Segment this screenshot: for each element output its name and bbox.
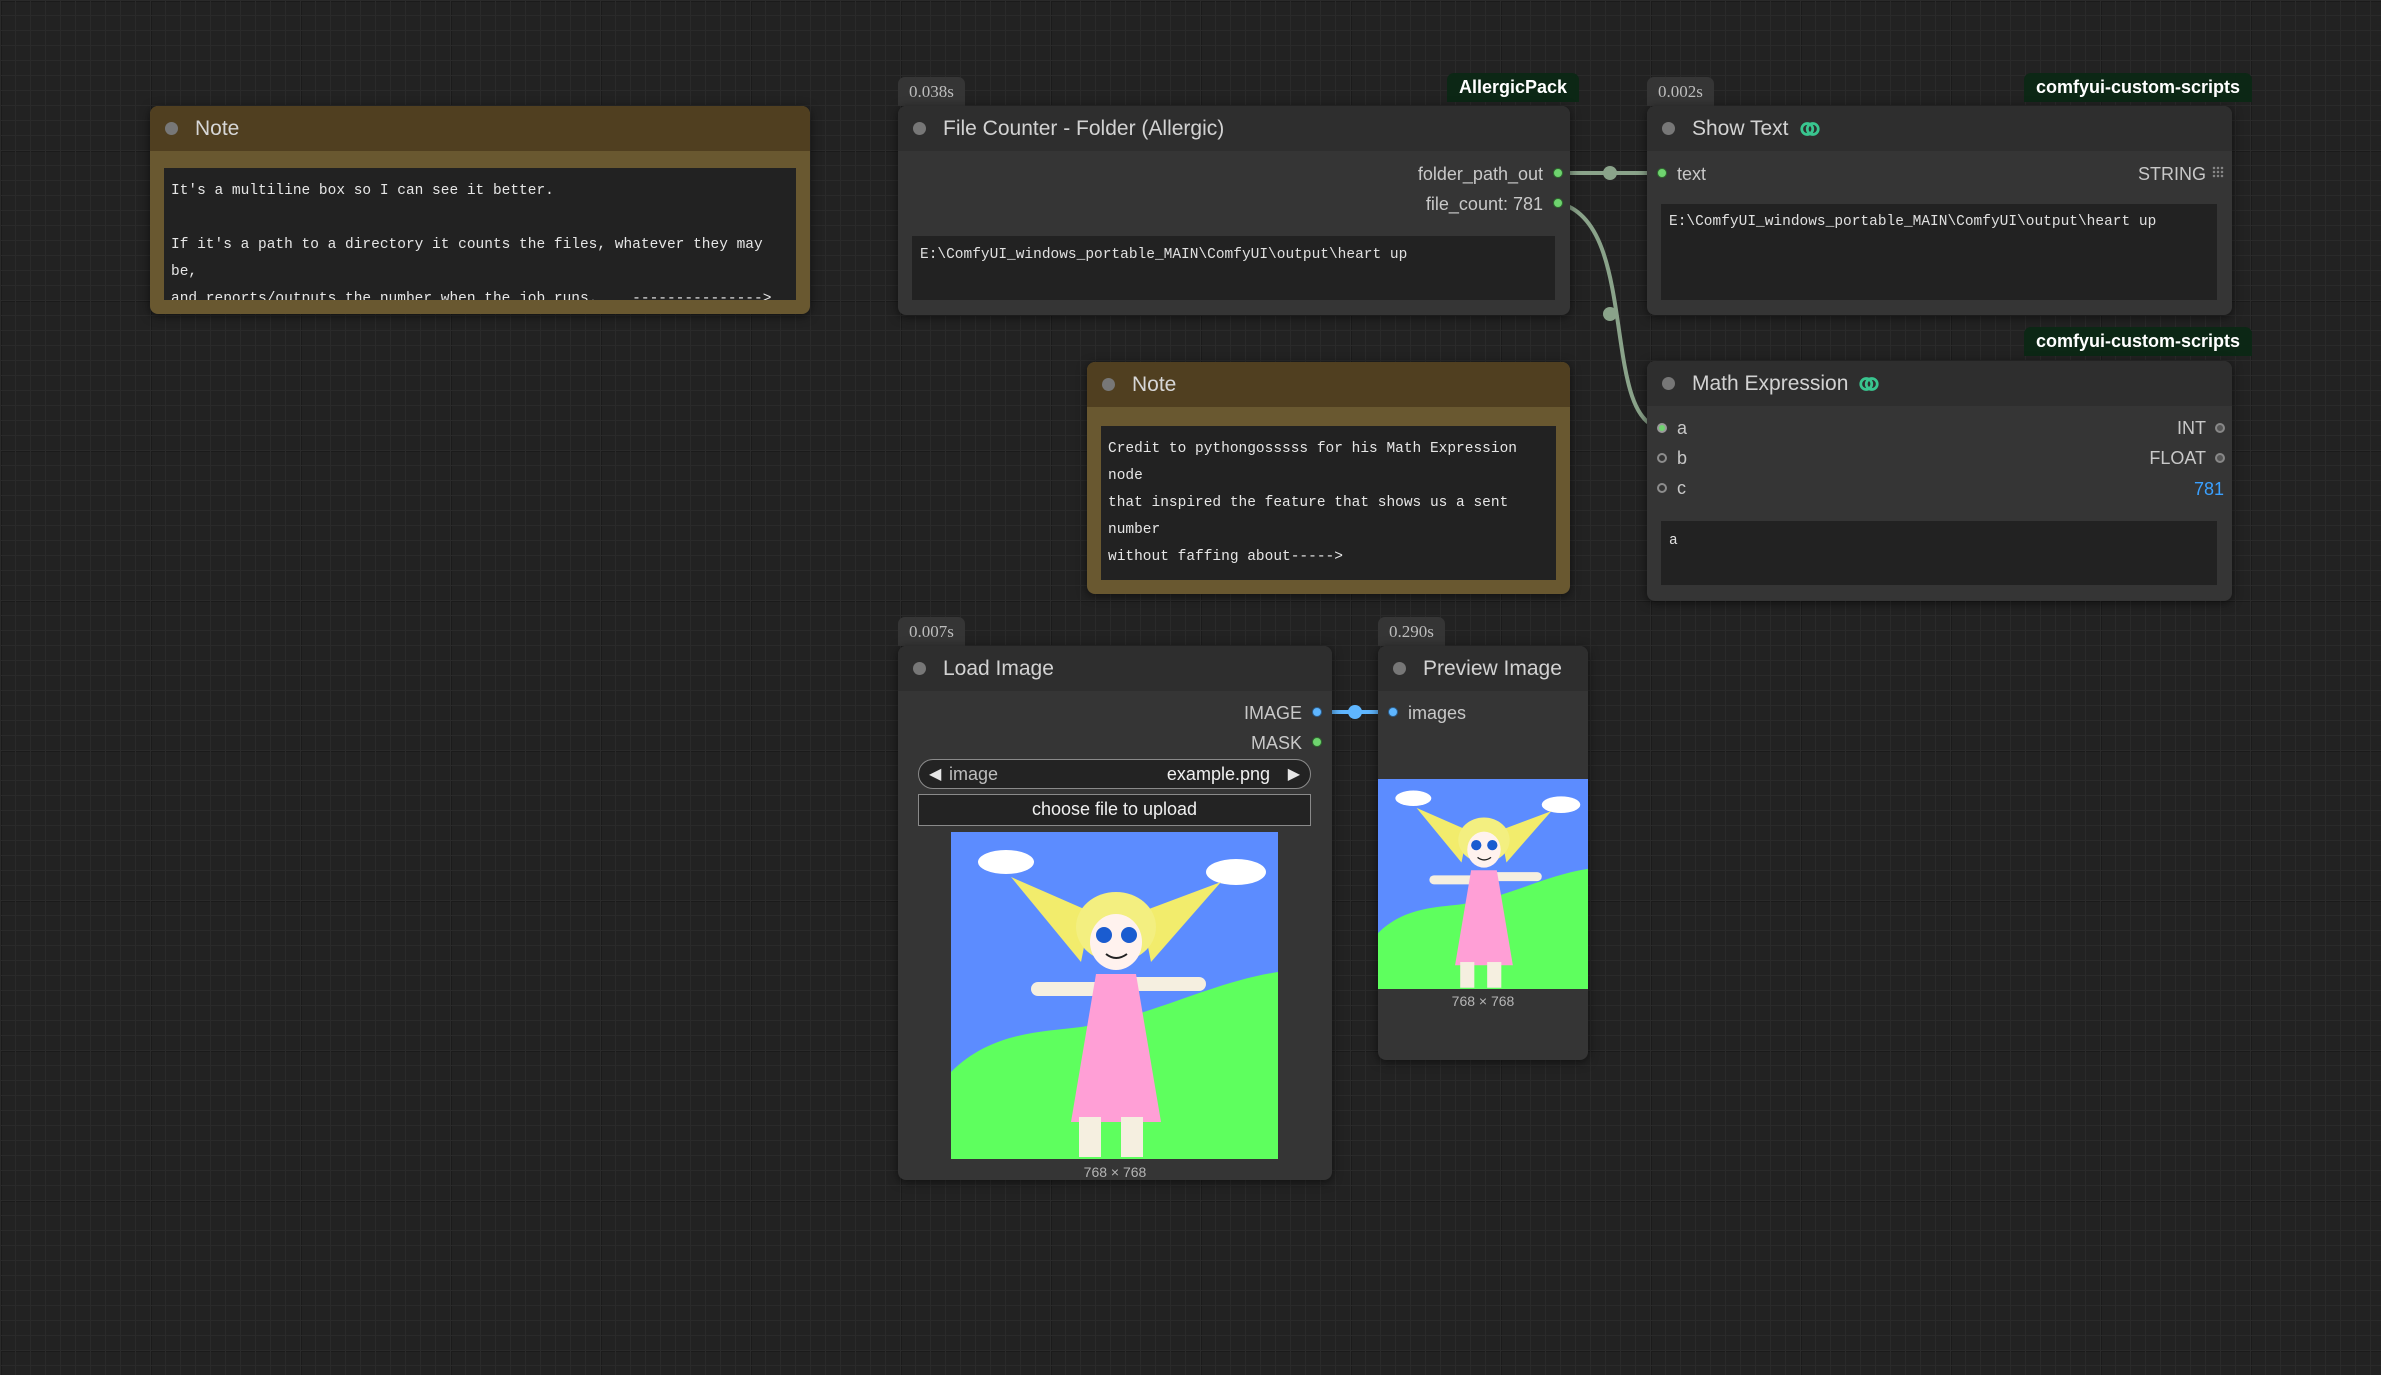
wire-midpoint — [1348, 705, 1362, 719]
note-textarea[interactable]: It's a multiline box so I can see it bet… — [164, 168, 796, 300]
note-title-label: Note — [1132, 372, 1177, 396]
output-file-count-label: file_count: 781 — [1425, 194, 1543, 214]
node-title[interactable]: Load Image — [898, 646, 1332, 691]
expression-textarea[interactable]: a — [1661, 521, 2217, 585]
link-icon — [1799, 121, 1820, 136]
execution-time-badge: 0.038s — [898, 77, 965, 106]
result-value: 781 — [2193, 479, 2224, 499]
collapse-dot-icon[interactable] — [165, 122, 178, 135]
preview-image-node[interactable]: Preview Image images 768 × 768 — [1378, 646, 1588, 1060]
input-images-port[interactable] — [1388, 707, 1398, 717]
input-b-port[interactable] — [1657, 453, 1667, 463]
combo-value: example.png — [1166, 764, 1270, 784]
output-image-port[interactable] — [1312, 707, 1322, 717]
link-icon — [1859, 376, 1880, 391]
input-c-label: c — [1677, 478, 1686, 498]
node-title-label: Math Expression — [1692, 371, 1849, 395]
input-images-label: images — [1408, 703, 1467, 723]
image-combo[interactable]: ◀ image example.png ▶ — [918, 759, 1311, 789]
node-title[interactable]: Show Text — [1647, 106, 2232, 151]
combo-right-arrow-icon[interactable]: ▶ — [1288, 764, 1300, 784]
loaded-image — [951, 832, 1278, 1159]
node-title-label: Preview Image — [1423, 656, 1562, 680]
node-title[interactable]: Preview Image — [1378, 646, 1588, 691]
output-float-port[interactable] — [2215, 453, 2225, 463]
image-size-label: 768 × 768 — [1083, 1164, 1147, 1180]
node-title-label: Load Image — [943, 656, 1054, 680]
output-int-label: INT — [2177, 418, 2206, 438]
note-title[interactable]: Note — [1087, 362, 1570, 407]
execution-time-badge: 0.290s — [1378, 617, 1445, 646]
show-text-node[interactable]: Show Text text STRING E:\ComfyUI_windows… — [1647, 106, 2232, 315]
collapse-dot-icon[interactable] — [913, 662, 926, 675]
folder-path-textarea[interactable]: E:\ComfyUI_windows_portable_MAIN\ComfyUI… — [912, 236, 1555, 300]
input-c-port[interactable] — [1657, 483, 1667, 493]
node-pack-badge: comfyui-custom-scripts — [2024, 73, 2253, 102]
show-text-textarea[interactable]: E:\ComfyUI_windows_portable_MAIN\ComfyUI… — [1661, 204, 2217, 300]
execution-time-badge: 0.007s — [898, 617, 965, 646]
collapse-dot-icon[interactable] — [1393, 662, 1406, 675]
output-folder-path-out-port[interactable] — [1553, 168, 1563, 178]
node-title-label: Show Text — [1692, 116, 1789, 140]
math-expression-node[interactable]: Math Expression a b c INT FLOAT 781 a — [1647, 361, 2232, 601]
output-folder-path-out-label: folder_path_out — [1417, 164, 1543, 184]
grid-icon[interactable] — [2212, 166, 2224, 178]
output-mask-label: MASK — [1250, 733, 1302, 753]
execution-time-badge: 0.002s — [1647, 77, 1714, 106]
input-b-label: b — [1677, 448, 1688, 468]
collapse-dot-icon[interactable] — [1102, 378, 1115, 391]
note-node-1[interactable]: Note It's a multiline box so I can see i… — [150, 106, 810, 314]
wire-midpoint — [1603, 307, 1617, 321]
note-textarea[interactable]: Credit to pythongosssss for his Math Exp… — [1101, 426, 1556, 580]
output-string-label: STRING — [2137, 164, 2206, 184]
preview-image — [1378, 779, 1588, 989]
collapse-dot-icon[interactable] — [1662, 122, 1675, 135]
output-mask-port[interactable] — [1312, 737, 1322, 747]
note-title-label: Note — [195, 116, 240, 140]
collapse-dot-icon[interactable] — [1662, 377, 1675, 390]
output-file-count-port[interactable] — [1553, 198, 1563, 208]
output-float-label: FLOAT — [2149, 448, 2206, 468]
combo-label: image — [949, 764, 999, 784]
node-pack-badge: comfyui-custom-scripts — [2024, 327, 2253, 356]
node-pack-badge: AllergicPack — [1447, 73, 1580, 102]
note-title[interactable]: Note — [150, 106, 810, 151]
node-title[interactable]: Math Expression — [1647, 361, 2232, 406]
wire-midpoint — [1603, 166, 1617, 180]
upload-button[interactable]: choose file to upload — [918, 794, 1311, 826]
combo-left-arrow-icon[interactable]: ◀ — [929, 764, 941, 784]
image-size-label: 768 × 768 — [1451, 993, 1515, 1009]
input-a-port[interactable] — [1657, 423, 1667, 433]
input-text-port[interactable] — [1657, 168, 1667, 178]
input-a-label: a — [1677, 418, 1688, 438]
node-title-label: File Counter - Folder (Allergic) — [943, 116, 1225, 140]
load-image-node[interactable]: Load Image IMAGE MASK ◀ image example.pn… — [898, 646, 1332, 1180]
output-image-label: IMAGE — [1243, 703, 1302, 723]
collapse-dot-icon[interactable] — [913, 122, 926, 135]
output-int-port[interactable] — [2215, 423, 2225, 433]
input-text-label: text — [1677, 164, 1707, 184]
node-title[interactable]: File Counter - Folder (Allergic) — [898, 106, 1570, 151]
file-counter-node[interactable]: File Counter - Folder (Allergic) folder_… — [898, 106, 1570, 315]
note-node-2[interactable]: Note Credit to pythongosssss for his Mat… — [1087, 362, 1570, 594]
